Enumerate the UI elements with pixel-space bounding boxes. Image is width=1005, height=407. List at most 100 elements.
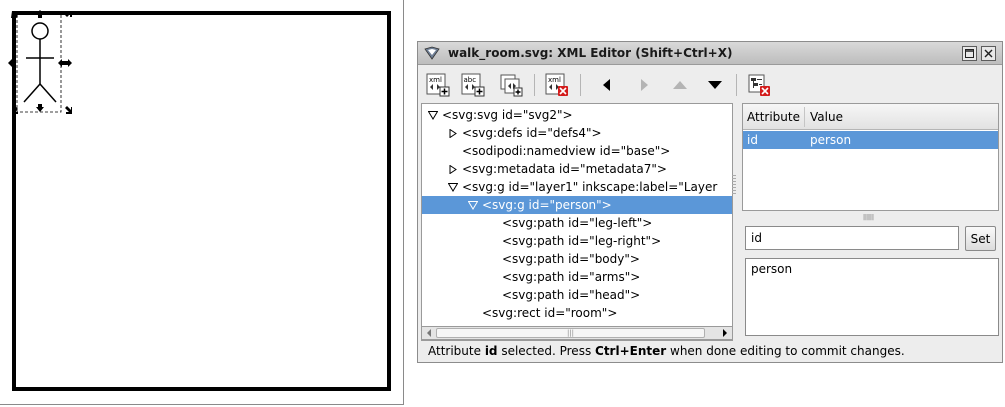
tree-node-label: <svg:path id="leg-left"> <box>502 216 653 230</box>
close-icon <box>984 49 993 58</box>
tree-node-label: <svg:g id="layer1" inkscape:label="Layer <box>462 180 718 194</box>
attribute-row[interactable]: id person <box>743 131 998 149</box>
arrow-left-icon <box>427 329 431 337</box>
maximize-icon <box>965 49 974 58</box>
toolbar-separator <box>736 74 737 96</box>
attribute-value-input[interactable]: person <box>745 258 999 336</box>
tree-node-label: <svg:defs id="defs4"> <box>462 126 602 140</box>
xml-editor-window: walk_room.svg: XML Editor (Shift+Ctrl+X)… <box>417 41 1003 363</box>
handle-right-icon <box>58 59 72 67</box>
tree-node-label: <svg:path id="arms"> <box>502 270 641 284</box>
svg-text:xml: xml <box>548 76 561 84</box>
toolbar: xml abc xml <box>418 66 1002 102</box>
attribute-name-input[interactable] <box>745 226 959 250</box>
attribute-name: id <box>747 133 758 147</box>
tree-node[interactable]: <svg:path id="head"> <box>422 286 732 304</box>
status-prefix: Attribute <box>428 344 485 358</box>
tree-node[interactable]: <svg:rect id="room"> <box>422 304 732 322</box>
tree-node[interactable]: <svg:g id="person"> <box>422 196 732 214</box>
column-divider <box>804 107 805 127</box>
expander-open-icon[interactable] <box>448 183 458 192</box>
new-text-node-button[interactable]: abc <box>459 71 487 99</box>
scroll-right-button[interactable] <box>719 328 731 338</box>
status-suffix: when done editing to commit changes. <box>666 344 905 358</box>
column-header-value[interactable]: Value <box>810 110 843 124</box>
person-leg-right <box>39 83 57 103</box>
arrow-right-icon <box>641 79 648 91</box>
maximize-button[interactable] <box>962 46 977 61</box>
person-head <box>31 22 49 40</box>
duplicate-node-icon <box>500 74 523 97</box>
tree-node[interactable]: <svg:path id="leg-left"> <box>422 214 732 232</box>
tree-node[interactable]: <svg:metadata id="metadata7"> <box>422 160 732 178</box>
expander-closed-icon[interactable] <box>448 129 458 138</box>
handle-left-icon <box>8 59 16 67</box>
status-shortcut: Ctrl+Enter <box>595 344 667 358</box>
new-element-node-button[interactable]: xml <box>424 71 452 99</box>
lower-node-button[interactable] <box>701 71 729 99</box>
tree-node-label: <svg:g id="person"> <box>482 198 612 212</box>
arrow-up-icon <box>673 81 687 89</box>
delete-attribute-icon <box>748 74 770 96</box>
handle-top-left-icon <box>11 11 18 18</box>
status-attr: id <box>484 344 498 358</box>
arrow-down-icon <box>708 81 722 89</box>
tree-node[interactable]: <svg:path id="body"> <box>422 250 732 268</box>
svg-text:abc: abc <box>464 76 477 84</box>
tree-node[interactable]: <svg:path id="arms"> <box>422 268 732 286</box>
canvas-page[interactable] <box>0 0 404 405</box>
duplicate-node-button[interactable] <box>497 71 525 99</box>
tree-node-label: <svg:svg id="svg2"> <box>442 108 573 122</box>
attributes-splitter-grip[interactable]: |||||||||| <box>848 214 888 221</box>
attributes-header: Attribute Value <box>743 104 998 130</box>
unindent-node-button[interactable] <box>593 71 621 99</box>
column-header-attribute[interactable]: Attribute <box>747 110 800 124</box>
expander-open-icon[interactable] <box>428 111 438 120</box>
toolbar-separator <box>534 74 535 96</box>
titlebar[interactable]: walk_room.svg: XML Editor (Shift+Ctrl+X) <box>418 42 1002 65</box>
indent-node-button[interactable] <box>630 71 658 99</box>
tree-splitter-grip[interactable] <box>732 103 736 327</box>
close-button[interactable] <box>981 46 996 61</box>
handle-top-right-icon <box>65 11 72 17</box>
tree-node-label: <svg:path id="body"> <box>502 252 640 266</box>
arrow-right-icon <box>723 329 727 337</box>
handle-top-icon <box>36 10 44 18</box>
inkscape-logo-icon <box>424 46 440 60</box>
xml-new-element-icon: xml <box>426 73 450 97</box>
delete-attribute-button[interactable] <box>745 71 773 99</box>
raise-node-button[interactable] <box>666 71 694 99</box>
person-leg-left <box>23 83 41 103</box>
abc-new-text-icon: abc <box>461 73 485 97</box>
scrollbar-thumb[interactable]: ||| <box>436 328 705 338</box>
xml-node-tree[interactable]: <svg:svg id="svg2"> <svg:defs id="defs4">… <box>421 103 733 341</box>
svg-text:xml: xml <box>429 76 442 84</box>
tree-node-label: <svg:rect id="room"> <box>482 306 618 320</box>
tree-node-label: <sodipodi:namedview id="base"> <box>462 144 671 158</box>
person-figure[interactable] <box>6 8 78 120</box>
scroll-left-button[interactable] <box>423 328 435 338</box>
delete-node-button[interactable]: xml <box>543 71 571 99</box>
xml-delete-icon: xml <box>545 73 568 96</box>
tree-node-label: <svg:metadata id="metadata7"> <box>462 162 667 176</box>
attributes-list: Attribute Value id person <box>742 103 999 211</box>
tree-node-label: <svg:path id="head"> <box>502 288 641 302</box>
expander-closed-icon[interactable] <box>448 165 458 174</box>
tree-node[interactable]: <svg:g id="layer1" inkscape:label="Layer <box>422 178 732 196</box>
window-title: walk_room.svg: XML Editor (Shift+Ctrl+X) <box>448 46 733 60</box>
tree-node[interactable]: <svg:path id="leg-right"> <box>422 232 732 250</box>
status-middle: selected. Press <box>497 344 596 358</box>
attribute-value: person <box>810 133 852 147</box>
handle-bottom-icon <box>36 104 44 112</box>
tree-node[interactable]: <svg:svg id="svg2"> <box>422 106 732 124</box>
set-button[interactable]: Set <box>965 226 996 251</box>
tree-horizontal-scrollbar[interactable]: ||| <box>421 326 733 340</box>
expander-open-icon[interactable] <box>468 201 478 210</box>
tree-node[interactable]: <sodipodi:namedview id="base"> <box>422 142 732 160</box>
tree-node[interactable]: <svg:defs id="defs4"> <box>422 124 732 142</box>
handle-bottom-right-icon <box>65 106 72 114</box>
tree-node-label: <svg:path id="leg-right"> <box>502 234 662 248</box>
arrow-left-icon <box>603 79 610 91</box>
selection-bbox <box>16 13 62 113</box>
toolbar-separator <box>580 74 581 96</box>
